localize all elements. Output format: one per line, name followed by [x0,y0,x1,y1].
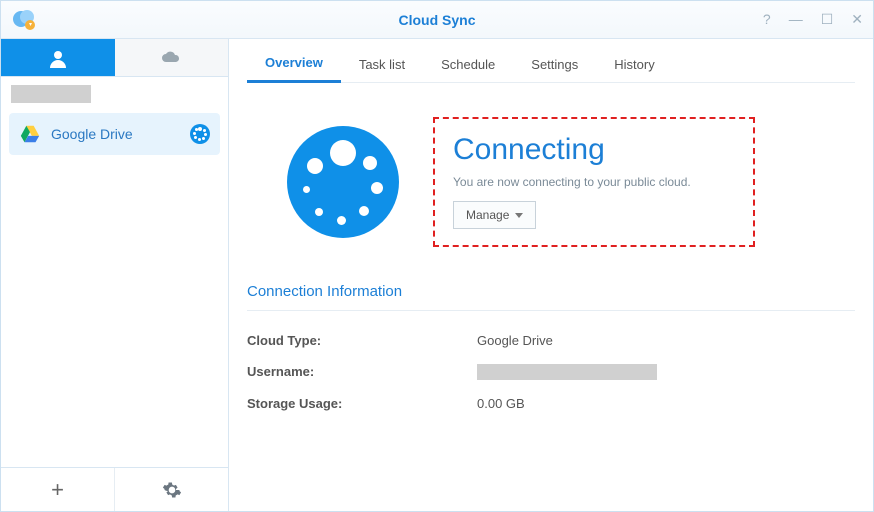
tab-schedule[interactable]: Schedule [423,45,513,82]
minimize-icon[interactable]: — [789,11,803,28]
sidebar-tab-accounts[interactable] [1,39,115,77]
username-label: Username: [247,364,477,380]
manage-button[interactable]: Manage [453,201,536,229]
tab-overview[interactable]: Overview [247,43,341,83]
connection-name: Google Drive [51,126,180,142]
chevron-down-icon [515,213,523,218]
storage-value: 0.00 GB [477,396,525,411]
body: Google Drive + [1,39,873,511]
redacted-value [477,364,657,380]
info-row-username: Username: [247,356,855,388]
username-value [477,364,657,380]
sidebar-tabs [1,39,228,77]
sidebar-footer: + [1,467,228,511]
maximize-icon[interactable]: ☐ [821,11,834,28]
status-title: Connecting [453,133,735,167]
storage-label: Storage Usage: [247,396,477,411]
titlebar: Cloud Sync ? — ☐ ✕ [1,1,873,39]
main-tabs: Overview Task list Schedule Settings His… [247,39,855,83]
manage-button-label: Manage [466,208,509,222]
help-icon[interactable]: ? [763,11,771,28]
window-title: Cloud Sync [1,12,873,28]
window-buttons: ? — ☐ ✕ [763,11,863,28]
sidebar: Google Drive + [1,39,229,511]
sidebar-tab-cloud[interactable] [115,39,229,77]
cloud-type-label: Cloud Type: [247,333,477,348]
tab-settings[interactable]: Settings [513,45,596,82]
google-drive-icon [19,123,41,145]
gear-icon [162,480,182,500]
info-row-storage: Storage Usage: 0.00 GB [247,388,855,419]
info-row-cloud-type: Cloud Type: Google Drive [247,325,855,356]
sidebar-item-google-drive[interactable]: Google Drive [9,113,220,155]
tab-tasklist[interactable]: Task list [341,45,423,82]
status-row: Connecting You are now connecting to you… [247,83,855,277]
settings-button[interactable] [114,468,228,511]
section-title: Connection Information [247,277,855,311]
syncing-badge-icon [190,124,210,144]
user-icon [48,48,68,68]
close-icon[interactable]: ✕ [851,11,863,28]
add-button[interactable]: + [1,468,114,511]
main: Overview Task list Schedule Settings His… [229,39,873,511]
status-highlight: Connecting You are now connecting to you… [433,117,755,247]
status-subtitle: You are now connecting to your public cl… [453,175,735,189]
cloud-icon [160,48,182,68]
redacted-label [11,85,91,103]
app-window: Cloud Sync ? — ☐ ✕ Google Driv [0,0,874,512]
cloud-type-value: Google Drive [477,333,553,348]
connecting-spinner-icon [287,126,399,238]
app-icon [11,7,37,33]
tab-history[interactable]: History [596,45,672,82]
